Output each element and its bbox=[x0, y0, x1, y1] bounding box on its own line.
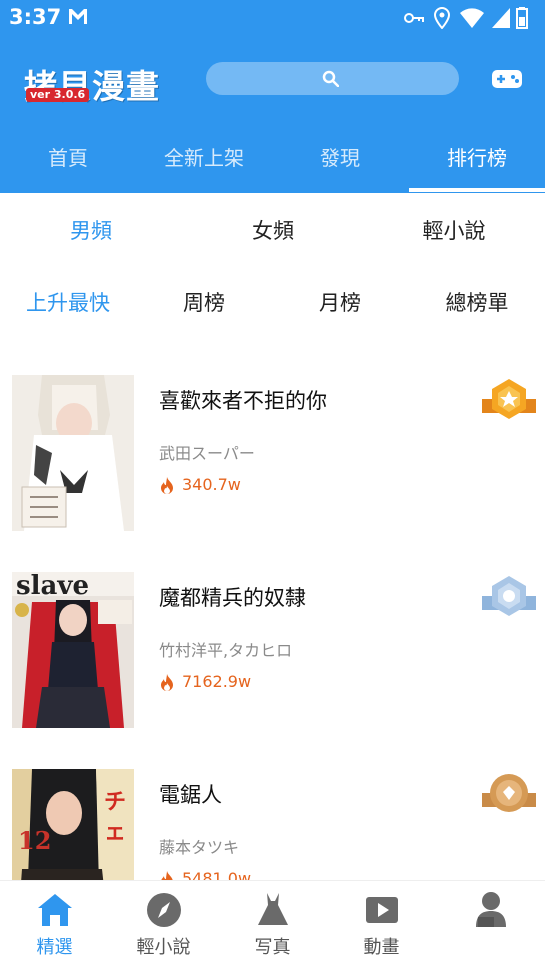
battery-icon bbox=[516, 7, 528, 29]
play-icon bbox=[366, 897, 398, 923]
svg-text:ェ: ェ bbox=[104, 820, 126, 845]
list-item[interactable]: 喜歡來者不拒的你 武田スーパー 340.7w bbox=[0, 375, 545, 535]
popularity-value: 340.7w bbox=[182, 475, 241, 494]
home-icon bbox=[38, 894, 72, 926]
svg-text:12: 12 bbox=[18, 826, 51, 855]
comic-cover: slave bbox=[12, 572, 134, 728]
comic-title: 魔都精兵的奴隸 bbox=[159, 586, 306, 610]
nav-profile[interactable] bbox=[436, 881, 545, 968]
key-icon bbox=[404, 13, 424, 23]
nav-animation[interactable]: 動畫 bbox=[327, 881, 436, 968]
filter-male[interactable]: 男頻 bbox=[0, 212, 182, 252]
app-logo: 拷貝漫畫 ver 3.0.6 bbox=[24, 60, 174, 106]
app-header: 3:37 拷貝漫畫 ver 3.0.6 首頁 全新上架 發現 排行榜 bbox=[0, 0, 545, 193]
status-time: 3:37 bbox=[9, 5, 62, 29]
filter-light-novel[interactable]: 輕小說 bbox=[363, 212, 545, 252]
filter-female[interactable]: 女頻 bbox=[182, 212, 364, 252]
app-version: ver 3.0.6 bbox=[26, 88, 90, 102]
tab-discover[interactable]: 發現 bbox=[272, 140, 408, 193]
fire-icon bbox=[161, 674, 173, 691]
popularity-value: 7162.9w bbox=[182, 672, 252, 691]
list-item[interactable]: slave 魔都精兵的奴隸 竹村洋平,タカヒロ 7162.9w bbox=[0, 572, 545, 732]
comic-cover bbox=[12, 375, 134, 531]
search-icon bbox=[322, 70, 339, 87]
nav-label: 写真 bbox=[254, 937, 291, 958]
wifi-icon bbox=[460, 8, 484, 28]
svg-text:チ: チ bbox=[104, 790, 126, 815]
tab-ranking[interactable]: 排行榜 bbox=[409, 140, 545, 193]
top-tabs: 首頁 全新上架 發現 排行榜 bbox=[0, 140, 545, 193]
gold-medal-icon bbox=[482, 379, 536, 419]
nav-label: 精選 bbox=[36, 937, 73, 958]
location-icon bbox=[433, 7, 451, 29]
rank-monthly[interactable]: 月榜 bbox=[272, 284, 408, 324]
rank-rising[interactable]: 上升最快 bbox=[0, 284, 136, 324]
status-icons bbox=[403, 7, 533, 29]
rank-weekly[interactable]: 周榜 bbox=[136, 284, 272, 324]
gmail-icon bbox=[69, 9, 87, 24]
rank-filter: 上升最快 周榜 月榜 總榜單 bbox=[0, 284, 545, 324]
gender-filter: 男頻 女頻 輕小說 bbox=[0, 212, 545, 252]
compass-icon bbox=[147, 893, 181, 927]
bronze-medal-icon bbox=[482, 774, 536, 812]
dress-icon bbox=[258, 893, 288, 925]
comic-author: 武田スーパー bbox=[159, 444, 255, 463]
silver-medal-icon bbox=[482, 576, 536, 616]
bottom-nav: 精選 輕小說 写真 動畫 bbox=[0, 880, 545, 968]
nav-label: 輕小說 bbox=[136, 937, 191, 958]
tab-new-arrivals[interactable]: 全新上架 bbox=[136, 140, 272, 193]
nav-photos[interactable]: 写真 bbox=[218, 881, 327, 968]
active-tab-indicator bbox=[409, 188, 545, 192]
comic-title: 電鋸人 bbox=[159, 783, 222, 807]
comic-author: 竹村洋平,タカヒロ bbox=[159, 641, 293, 660]
gamepad-icon[interactable] bbox=[491, 68, 523, 90]
status-bar: 3:37 bbox=[0, 0, 545, 36]
search-bar[interactable] bbox=[206, 62, 459, 95]
signal-icon bbox=[492, 8, 510, 28]
nav-light-novel[interactable]: 輕小說 bbox=[109, 881, 218, 968]
svg-text:slave: slave bbox=[16, 572, 89, 601]
rank-overall[interactable]: 總榜單 bbox=[409, 284, 545, 324]
profile-icon bbox=[476, 892, 506, 927]
nav-featured[interactable]: 精選 bbox=[0, 881, 109, 968]
comic-title: 喜歡來者不拒的你 bbox=[159, 389, 327, 413]
comic-author: 藤本タツキ bbox=[159, 838, 240, 857]
nav-label: 動畫 bbox=[363, 937, 400, 958]
fire-icon bbox=[161, 477, 173, 494]
tab-home[interactable]: 首頁 bbox=[0, 140, 136, 193]
